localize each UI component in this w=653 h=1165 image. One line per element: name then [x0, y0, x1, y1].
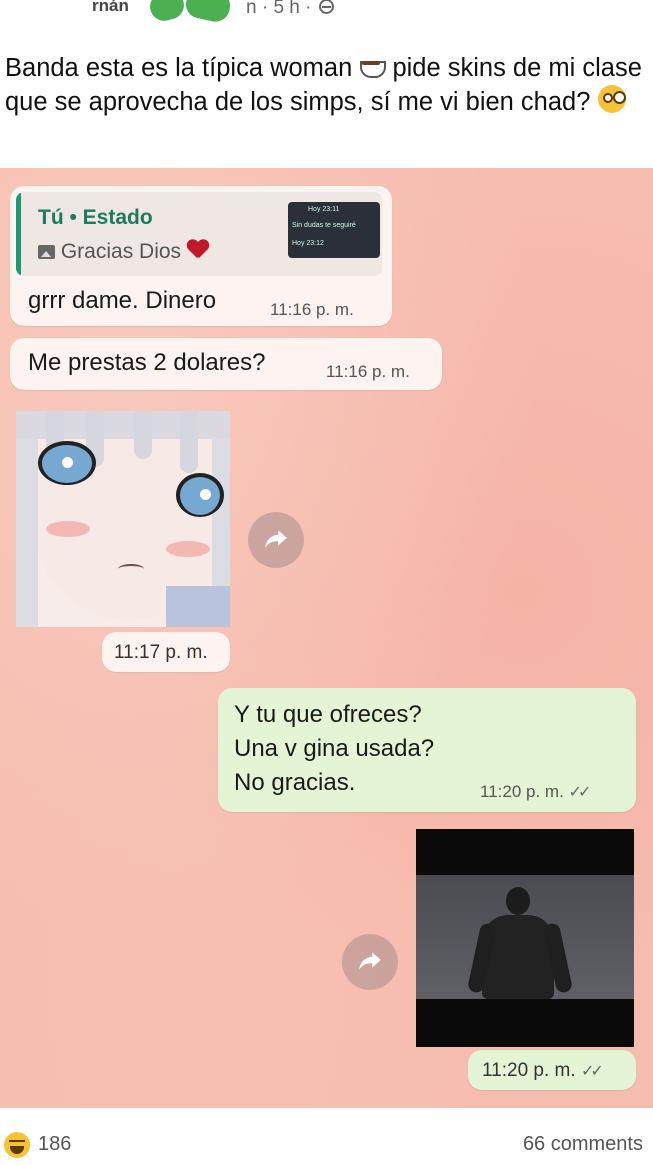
reaction-count[interactable]: 186 — [38, 1133, 71, 1156]
sticker-blush — [166, 541, 210, 557]
globe-icon — [318, 0, 334, 14]
forward-arrow-icon — [359, 952, 381, 970]
post-header: rnán n · 5 h · — [0, 0, 653, 28]
message-time: 11:17 p. m. — [114, 642, 208, 663]
thumb-text: Hoy 23:12 — [292, 240, 324, 247]
thumb-text: Hoy 23:11 — [308, 206, 340, 213]
comments-link[interactable]: 66 comments — [523, 1133, 643, 1156]
sticker-hair — [134, 411, 152, 459]
message-text: grrr dame. Dinero — [28, 287, 217, 314]
read-receipt-icon: ✓✓ — [568, 784, 592, 801]
sticker-eye — [176, 473, 224, 517]
reply-subtitle: Gracias Dios — [38, 240, 209, 264]
haha-reaction-icon[interactable] — [4, 1132, 30, 1158]
incoming-message-bubble: Me prestas 2 dolares? 11:16 p. m. — [10, 338, 442, 390]
sticker-photo — [416, 875, 634, 999]
forward-button[interactable] — [342, 934, 398, 990]
sticker-hair — [180, 411, 198, 473]
reply-accent-bar — [16, 192, 21, 276]
chat-screenshot[interactable]: Tú • Estado Gracias Dios Hoy 23:11 Sin d… — [0, 168, 653, 1108]
sticker-figure — [506, 887, 530, 915]
sticker-time-bubble: 11:20 p. m. ✓✓ — [468, 1050, 636, 1090]
post-reactions-bar: 186 66 comments — [0, 1112, 653, 1165]
message-time: 11:20 p. m. ✓✓ — [482, 1060, 604, 1082]
message-text: Me prestas 2 dolares? — [28, 349, 266, 376]
thumb-text: Sin dudas te seguiré — [292, 222, 356, 229]
coffee-emoji-icon — [359, 59, 387, 79]
caption-text: Banda esta es la típica woman — [5, 54, 360, 82]
incoming-message-bubble: Tú • Estado Gracias Dios Hoy 23:11 Sin d… — [10, 186, 392, 326]
sticker-blush — [46, 521, 90, 537]
sticker-mouth — [118, 564, 144, 574]
author-name[interactable]: rnán — [92, 0, 129, 16]
image-icon — [38, 245, 55, 259]
message-text: Y tu que ofreces? — [234, 701, 422, 728]
redaction-scribble — [147, 0, 187, 24]
gigachad-sticker[interactable] — [416, 829, 634, 1047]
message-text: No gracias. — [234, 769, 356, 796]
status-thumbnail: Hoy 23:11 Sin dudas te seguiré Hoy 23:12 — [288, 202, 380, 258]
message-time: 11:16 p. m. — [270, 300, 354, 319]
sticker-time-bubble: 11:17 p. m. — [102, 632, 230, 672]
heart-icon — [187, 240, 209, 260]
forward-arrow-icon — [265, 530, 287, 548]
message-time-text: 11:20 p. m. — [480, 782, 564, 801]
anime-girl-sticker[interactable] — [16, 411, 230, 627]
read-receipt-icon: ✓✓ — [580, 1063, 604, 1080]
quoted-status-reply[interactable]: Tú • Estado Gracias Dios Hoy 23:11 Sin d… — [16, 192, 382, 276]
sticker-eye — [38, 441, 96, 485]
sticker-clothes — [166, 586, 230, 627]
forward-button[interactable] — [248, 512, 304, 568]
monocle-face-emoji-icon — [597, 85, 626, 113]
redaction-scribble — [183, 0, 233, 25]
reply-title: Tú • Estado — [38, 206, 153, 229]
outgoing-message-bubble: Y tu que ofreces? Una v gina usada? No g… — [218, 688, 636, 812]
post-caption: Banda esta es la típica woman pide skins… — [5, 52, 645, 119]
message-time: 11:16 p. m. — [326, 362, 410, 381]
sticker-hair — [16, 411, 38, 627]
post-time: n · 5 h · — [246, 0, 312, 18]
post-meta: n · 5 h · — [246, 0, 334, 19]
message-text: Una v gina usada? — [234, 735, 435, 762]
reply-subtitle-text: Gracias Dios — [60, 240, 182, 263]
message-time: 11:20 p. m. ✓✓ — [480, 782, 592, 802]
message-time-text: 11:20 p. m. — [482, 1060, 576, 1081]
